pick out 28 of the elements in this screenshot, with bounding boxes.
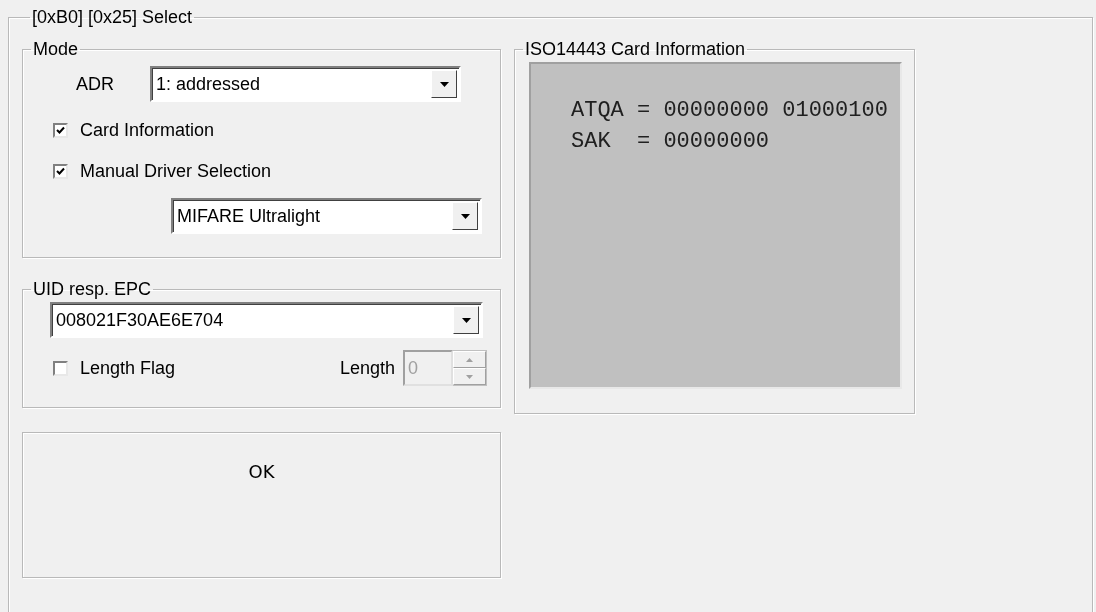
adr-dropdown[interactable]: 1: addressed <box>150 66 461 102</box>
field-label: ADR <box>76 73 114 95</box>
group-title: UID resp. EPC <box>32 280 153 298</box>
dropdown-arrow-button[interactable] <box>452 202 478 230</box>
info-line: ATQA = 00000000 01000100 <box>571 97 888 125</box>
checkbox[interactable] <box>53 123 68 138</box>
checkbox-label[interactable]: Length Flag <box>80 357 176 379</box>
checkbox-label[interactable]: Manual Driver Selection <box>80 161 272 182</box>
dropdown-arrow-button[interactable] <box>431 70 457 98</box>
checkbox[interactable] <box>53 360 68 376</box>
down-arrow-icon <box>466 374 473 379</box>
down-arrow-icon <box>460 213 470 219</box>
checkbox[interactable] <box>53 164 68 179</box>
uid-dropdown[interactable]: 008021F30AE6E704 <box>50 302 483 338</box>
check-icon <box>56 167 65 176</box>
status-text: OK <box>248 461 275 484</box>
info-line: SAK = 00000000 <box>571 128 770 156</box>
field-label: Length <box>339 357 395 379</box>
down-arrow-icon <box>461 317 471 323</box>
dropdown-arrow-button[interactable] <box>453 306 479 334</box>
checkbox-label[interactable]: Card Information <box>80 120 215 141</box>
group-title: [0xB0] [0x25] Select <box>31 8 194 26</box>
group-title: Mode <box>32 40 80 58</box>
check-icon <box>56 126 65 135</box>
up-arrow-icon <box>466 357 473 362</box>
down-arrow-icon <box>439 81 449 87</box>
group-title: ISO14443 Card Information <box>524 40 747 58</box>
driver-dropdown[interactable]: MIFARE Ultralight <box>171 198 482 234</box>
